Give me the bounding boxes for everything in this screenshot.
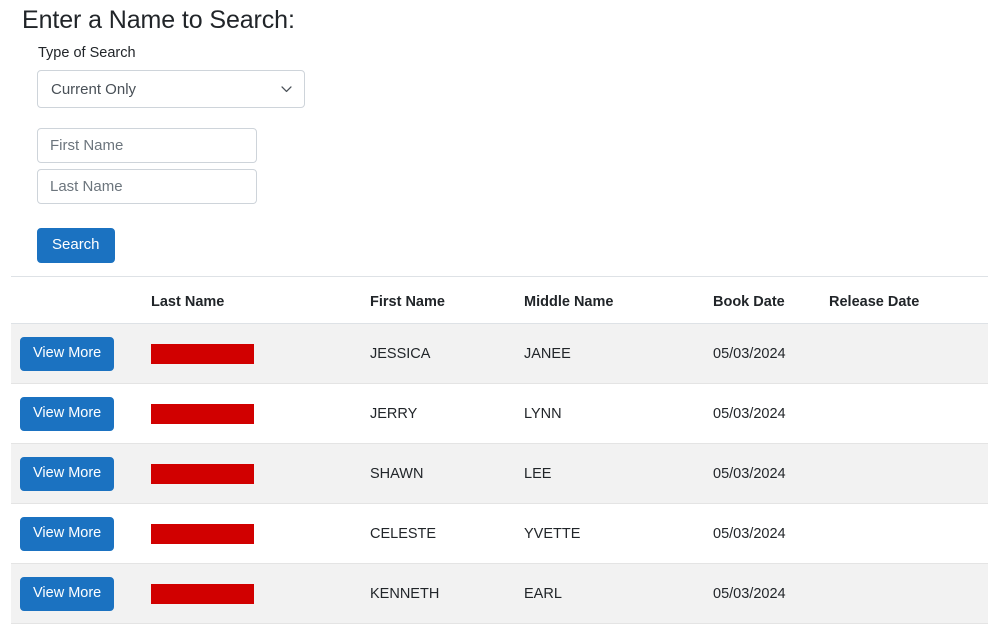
cell-action: View More <box>11 443 151 504</box>
cell-middle-name: LYNN <box>524 383 713 444</box>
cell-middle-name: EARL <box>524 563 713 624</box>
column-header-release-date: Release Date <box>829 276 988 324</box>
results-table-head: Last Name First Name Middle Name Book Da… <box>11 276 988 324</box>
cell-release-date <box>829 443 988 504</box>
column-header-action <box>11 276 151 324</box>
results-table-body: View More JESSICA JANEE 05/03/2024 View More… <box>11 323 988 624</box>
table-row: View More KENNETH EARL 05/03/2024 <box>11 563 988 624</box>
cell-book-date: 05/03/2024 <box>713 323 829 384</box>
table-row: View More JESSICA JANEE 05/03/2024 <box>11 323 988 384</box>
table-row: View More JERRY LYNN 05/03/2024 <box>11 383 988 444</box>
column-header-last-name: Last Name <box>151 276 370 324</box>
search-button[interactable]: Search <box>37 228 115 263</box>
redaction-bar <box>151 403 254 424</box>
table-row: View More CELESTE YVETTE 05/03/2024 <box>11 503 988 564</box>
type-of-search-label: Type of Search <box>38 45 136 61</box>
redaction-bar <box>151 343 254 364</box>
cell-book-date: 05/03/2024 <box>713 503 829 564</box>
cell-action: View More <box>11 563 151 624</box>
cell-middle-name: LEE <box>524 443 713 504</box>
cell-last-name <box>151 323 370 384</box>
redaction-bar <box>151 523 254 544</box>
cell-middle-name: YVETTE <box>524 503 713 564</box>
view-more-button[interactable]: View More <box>20 456 115 491</box>
redaction-bar <box>151 583 254 604</box>
page-title: Enter a Name to Search: <box>22 6 295 34</box>
cell-action: View More <box>11 503 151 564</box>
cell-first-name: JESSICA <box>370 323 524 384</box>
results-table-wrap: Last Name First Name Middle Name Book Da… <box>11 276 988 624</box>
table-row: View More SHAWN LEE 05/03/2024 <box>11 443 988 504</box>
cell-first-name: CELESTE <box>370 503 524 564</box>
cell-last-name <box>151 443 370 504</box>
view-more-button[interactable]: View More <box>20 396 115 431</box>
view-more-button[interactable]: View More <box>20 516 115 551</box>
last-name-input[interactable] <box>37 169 257 204</box>
cell-first-name: JERRY <box>370 383 524 444</box>
first-name-input[interactable] <box>37 128 257 163</box>
cell-release-date <box>829 323 988 384</box>
search-panel: Enter a Name to Search: Type of Search C… <box>0 0 1000 263</box>
column-header-book-date: Book Date <box>713 276 829 324</box>
cell-book-date: 05/03/2024 <box>713 383 829 444</box>
view-more-button[interactable]: View More <box>20 576 115 611</box>
cell-book-date: 05/03/2024 <box>713 443 829 504</box>
type-of-search-select-wrap: Current Only <box>37 70 305 108</box>
page-root: Enter a Name to Search: Type of Search C… <box>0 0 1000 625</box>
type-of-search-select[interactable]: Current Only <box>37 70 305 108</box>
cell-middle-name: JANEE <box>524 323 713 384</box>
column-header-first-name: First Name <box>370 276 524 324</box>
search-form: Type of Search Current Only Search <box>0 36 1000 263</box>
cell-action: View More <box>11 323 151 384</box>
redaction-bar <box>151 463 254 484</box>
cell-first-name: SHAWN <box>370 443 524 504</box>
table-header-row: Last Name First Name Middle Name Book Da… <box>11 276 988 324</box>
view-more-button[interactable]: View More <box>20 336 115 371</box>
cell-action: View More <box>11 383 151 444</box>
column-header-middle-name: Middle Name <box>524 276 713 324</box>
results-table: Last Name First Name Middle Name Book Da… <box>11 276 988 624</box>
type-of-search-selected-value: Current Only <box>51 80 137 98</box>
cell-last-name <box>151 563 370 624</box>
cell-release-date <box>829 383 988 444</box>
cell-release-date <box>829 563 988 624</box>
cell-last-name <box>151 383 370 444</box>
cell-book-date: 05/03/2024 <box>713 563 829 624</box>
cell-release-date <box>829 503 988 564</box>
cell-first-name: KENNETH <box>370 563 524 624</box>
cell-last-name <box>151 503 370 564</box>
